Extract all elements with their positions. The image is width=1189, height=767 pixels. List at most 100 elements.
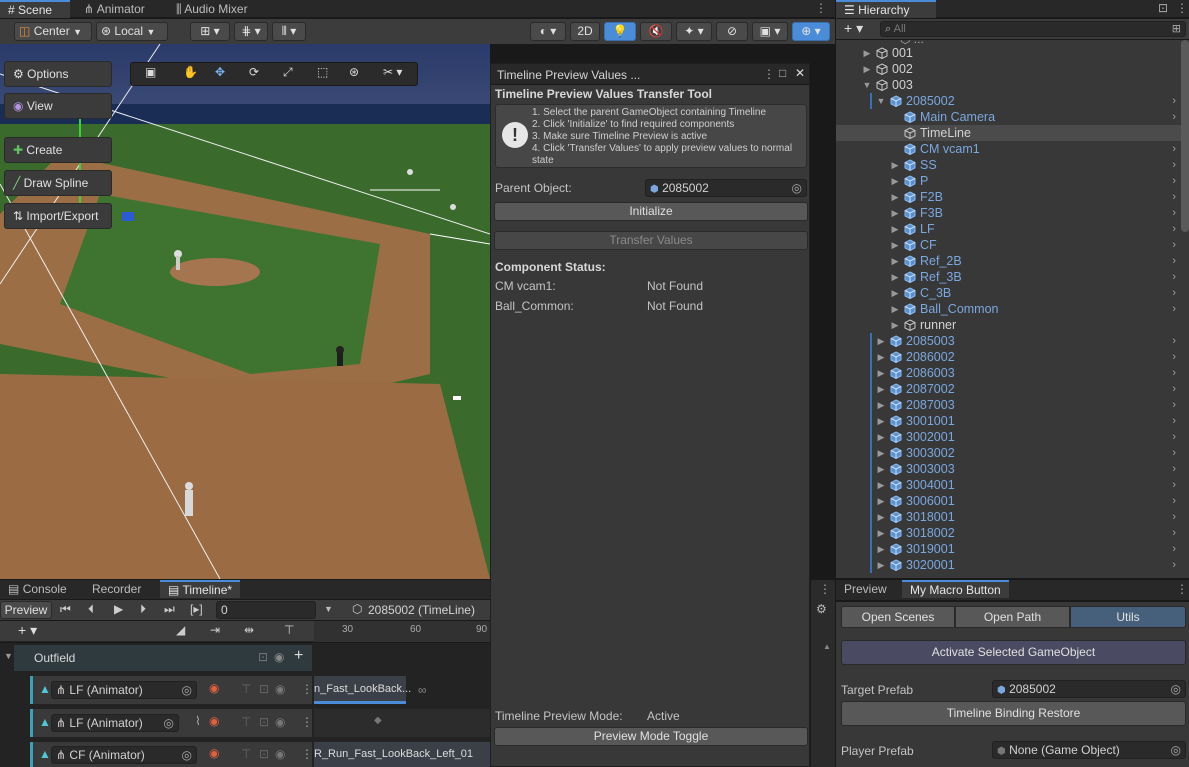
chevron-right-icon[interactable]: › bbox=[1172, 93, 1176, 109]
chevron-right-icon[interactable]: › bbox=[1172, 541, 1176, 557]
hierarchy-row[interactable]: TimeLine bbox=[836, 125, 1188, 141]
more-icon[interactable]: ⋮ bbox=[301, 715, 313, 729]
hierarchy-row[interactable]: ▶ 2085003 › bbox=[836, 333, 1188, 349]
more-icon[interactable]: ⋮ bbox=[1176, 582, 1188, 596]
prev-frame-icon[interactable]: ⏴ bbox=[88, 602, 94, 617]
clip-edit-icon[interactable]: ◢ bbox=[176, 623, 185, 637]
preview-toggle-button[interactable]: Preview bbox=[0, 601, 52, 619]
utils-button[interactable]: Utils bbox=[1070, 606, 1186, 628]
fold-down-icon[interactable]: ▼ bbox=[4, 651, 13, 661]
pin-icon[interactable]: ⊤ bbox=[241, 747, 251, 761]
filter-icon[interactable]: ⊞ bbox=[1172, 22, 1181, 36]
chevron-right-icon[interactable]: › bbox=[1172, 157, 1176, 173]
hierarchy-row[interactable]: ▶ SS › bbox=[836, 157, 1188, 173]
gizmos-icon[interactable]: ⊕ ▾ bbox=[792, 22, 830, 41]
timeline-binding-restore-button[interactable]: Timeline Binding Restore bbox=[841, 701, 1186, 726]
tab-my-macro-button[interactable]: My Macro Button bbox=[902, 580, 1009, 598]
hierarchy-row[interactable]: ▶ 2087002 › bbox=[836, 381, 1188, 397]
more-icon[interactable]: ⋮ bbox=[815, 1, 827, 15]
hierarchy-row[interactable]: ▶ 2086002 › bbox=[836, 349, 1188, 365]
hierarchy-row[interactable]: ▶ Ball_Common › bbox=[836, 301, 1188, 317]
hierarchy-row[interactable]: ▶ F3B › bbox=[836, 205, 1188, 221]
fold-right-icon[interactable]: ▶ bbox=[862, 61, 872, 77]
pin-icon[interactable]: ⊤ bbox=[241, 715, 251, 729]
fold-right-icon[interactable]: ▶ bbox=[876, 445, 886, 461]
player-prefab-field[interactable]: ⬢ None (Game Object) ◎ bbox=[992, 741, 1186, 759]
custom-tool-icon[interactable]: ✂ ▾ bbox=[383, 65, 402, 79]
chevron-right-icon[interactable]: › bbox=[1172, 461, 1176, 477]
chevron-right-icon[interactable]: › bbox=[1172, 109, 1176, 125]
import-export-button[interactable]: ⇅ Import/Export bbox=[4, 203, 112, 229]
transform-tool-icon[interactable]: ⊛ bbox=[349, 65, 359, 79]
lighting-icon[interactable]: 💡 bbox=[604, 22, 636, 41]
record-icon[interactable]: ◉ bbox=[209, 746, 219, 760]
hierarchy-row[interactable]: ▶ 3004001 › bbox=[836, 477, 1188, 493]
fold-right-icon[interactable]: ▶ bbox=[876, 397, 886, 413]
chevron-right-icon[interactable]: › bbox=[1172, 381, 1176, 397]
chevron-right-icon[interactable]: › bbox=[1172, 365, 1176, 381]
add-icon[interactable]: + bbox=[294, 647, 303, 665]
fold-right-icon[interactable]: ▶ bbox=[876, 413, 886, 429]
open-scenes-button[interactable]: Open Scenes bbox=[841, 606, 955, 628]
grid-snap-button[interactable]: ⊞ ▾ bbox=[190, 22, 230, 41]
add-button[interactable]: + ▾ bbox=[844, 20, 863, 37]
record-icon[interactable]: ◉ bbox=[209, 714, 219, 728]
hierarchy-row[interactable]: ▶ Ref_3B › bbox=[836, 269, 1188, 285]
hierarchy-row[interactable]: ▶ 002 bbox=[836, 61, 1188, 77]
hierarchy-row[interactable]: ▶ F2B › bbox=[836, 189, 1188, 205]
mode-2d-button[interactable]: 2D bbox=[570, 22, 600, 41]
chevron-right-icon[interactable]: › bbox=[1172, 285, 1176, 301]
hierarchy-row[interactable]: ▶ 3019001 › bbox=[836, 541, 1188, 557]
hierarchy-row[interactable]: ▶ 3020001 › bbox=[836, 557, 1188, 573]
eye-icon[interactable]: ◉ bbox=[275, 715, 285, 729]
hierarchy-row[interactable]: ▶ C_3B › bbox=[836, 285, 1188, 301]
track-row[interactable]: ▲ ⋔ LF (Animator) ◎ ⌇ ◉ ⊤ ⊡ ◉ ⋮ bbox=[30, 709, 313, 737]
frame-field[interactable]: 0 bbox=[216, 601, 316, 619]
fold-right-icon[interactable]: ▶ bbox=[890, 221, 900, 237]
tab-audio-mixer[interactable]: ⫼ Audio Mixer bbox=[168, 0, 256, 18]
scale-tool-icon[interactable]: ⤢ bbox=[283, 65, 293, 80]
fold-right-icon[interactable]: ▶ bbox=[876, 381, 886, 397]
clip[interactable]: n_Fast_LookBack... bbox=[314, 676, 411, 704]
time-ruler[interactable]: 30 60 90 bbox=[314, 621, 490, 642]
object-picker-icon[interactable]: ◎ bbox=[164, 715, 174, 731]
first-frame-icon[interactable]: ⏮ bbox=[60, 602, 71, 617]
chevron-right-icon[interactable]: › bbox=[1172, 301, 1176, 317]
lock-icon[interactable]: ⊡ bbox=[258, 650, 268, 664]
more-icon[interactable]: ⋮ bbox=[763, 67, 775, 81]
hierarchy-row[interactable]: Main Camera › bbox=[836, 109, 1188, 125]
effects-icon[interactable]: ✦ ▾ bbox=[676, 22, 712, 41]
parent-object-field[interactable]: ⬢ 2085002 ◎ bbox=[645, 179, 807, 197]
chevron-right-icon[interactable]: › bbox=[1172, 205, 1176, 221]
tab-animator[interactable]: ⋔ Animator bbox=[76, 0, 153, 18]
chevron-right-icon[interactable]: › bbox=[1172, 429, 1176, 445]
hierarchy-row[interactable]: ▶ Ref_2B › bbox=[836, 253, 1188, 269]
hierarchy-row[interactable]: ▶ 3002001 › bbox=[836, 429, 1188, 445]
view-button[interactable]: ◉ View bbox=[4, 93, 112, 119]
hierarchy-row[interactable]: ▶ 3003002 › bbox=[836, 445, 1188, 461]
tab-recorder[interactable]: Recorder bbox=[84, 580, 149, 598]
chevron-right-icon[interactable]: › bbox=[1172, 349, 1176, 365]
maximize-icon[interactable]: □ bbox=[779, 66, 786, 80]
more-icon[interactable]: ⋮ bbox=[301, 747, 313, 761]
fold-right-icon[interactable]: ▶ bbox=[890, 317, 900, 333]
hierarchy-row[interactable]: ▶ 001 bbox=[836, 45, 1188, 61]
fold-right-icon[interactable]: ▶ bbox=[890, 173, 900, 189]
tab-preview[interactable]: Preview bbox=[836, 580, 895, 598]
draw-spline-button[interactable]: ╱ Draw Spline bbox=[4, 170, 112, 196]
settings-icon[interactable]: ⚙ bbox=[816, 602, 827, 616]
chevron-right-icon[interactable]: › bbox=[1172, 237, 1176, 253]
scene-viewport[interactable]: ▣ ✋ ✥ ⟳ ⤢ ⬚ ⊛ ✂ ▾ ⚙ Options ◉ View ✚ Cre… bbox=[0, 44, 490, 579]
fold-right-icon[interactable]: ▶ bbox=[876, 365, 886, 381]
fold-right-icon[interactable]: ▶ bbox=[890, 269, 900, 285]
chevron-right-icon[interactable]: › bbox=[1172, 509, 1176, 525]
rect-tool-icon[interactable]: ⬚ bbox=[317, 65, 328, 79]
fold-right-icon[interactable]: ▶ bbox=[876, 541, 886, 557]
eye-icon[interactable]: ◉ bbox=[275, 682, 285, 696]
audio-icon[interactable]: 🔇 bbox=[640, 22, 672, 41]
hierarchy-row[interactable]: ▶ 2087003 › bbox=[836, 397, 1188, 413]
visibility-icon[interactable]: ⊘ bbox=[716, 22, 748, 41]
chevron-right-icon[interactable]: › bbox=[1172, 141, 1176, 157]
hierarchy-list[interactable]: ⬡ ... ▶001▶002▼003▼2085002›Main Camera›T… bbox=[836, 40, 1189, 578]
track-binding-field[interactable]: ⋔ LF (Animator) ◎ bbox=[51, 714, 179, 732]
